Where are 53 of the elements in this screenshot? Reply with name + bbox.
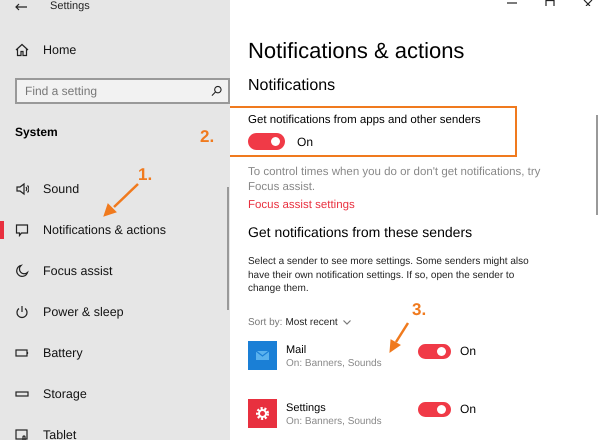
power-icon (15, 304, 29, 318)
sender-status: On: Banners, Sounds (286, 358, 383, 368)
search-field[interactable]: Find a setting (15, 78, 230, 104)
focus-assist-link[interactable]: Focus assist settings (248, 199, 355, 211)
toggle-switch[interactable] (248, 133, 285, 150)
scrollbar[interactable] (596, 115, 598, 215)
minimize-icon (506, 0, 518, 6)
sender-status: On: Banners, Sounds (286, 416, 383, 426)
section-heading: Get notifications from these senders (248, 223, 474, 241)
toggle-state-label: On (297, 134, 314, 148)
sort-label: Sort by: (248, 316, 282, 328)
speech-bubble-icon (15, 222, 29, 236)
speaker-icon (15, 182, 29, 196)
step-number: 3. (412, 300, 426, 320)
sort-dropdown[interactable]: Most recent (285, 316, 351, 328)
page-title: Notifications & actions (248, 38, 466, 64)
window-title: Settings (50, 0, 90, 13)
sidebar-item[interactable]: Battery (0, 332, 91, 373)
search-icon (211, 85, 222, 97)
sidebar-item[interactable]: Power & sleep (0, 291, 132, 332)
maximize-icon (544, 0, 556, 6)
sender-name: Settings (286, 402, 327, 414)
sidebar-item[interactable]: Sound (0, 168, 88, 209)
annotation-arrow (389, 322, 410, 354)
sender-name: Mail (286, 344, 308, 356)
setting-label: Get notifications from apps and other senders (248, 114, 482, 126)
moon-icon (15, 264, 29, 278)
toggle-switch[interactable] (418, 344, 451, 358)
section-heading: System (15, 125, 58, 139)
sender-row[interactable]: Mail On: Banners, Sounds On (248, 340, 600, 386)
step-number: 2. (200, 127, 214, 147)
section-heading: Notifications (248, 76, 336, 96)
toggle-switch[interactable] (418, 402, 451, 416)
tablet-icon (15, 428, 29, 440)
description-text: Select a sender to see more settings. Some senders might also have their own notification settings. If so, open the sender to change them. (248, 255, 530, 296)
home-icon (15, 42, 29, 56)
toggle-state-label: On (460, 344, 476, 358)
chevron-down-icon (342, 320, 351, 324)
home-nav-item[interactable]: Home (0, 29, 84, 70)
sidebar-item[interactable]: Focus assist (0, 250, 120, 291)
step-number: 1. (138, 165, 152, 185)
gear-icon (248, 398, 277, 428)
description-text: To control times when you do or don't get notifications, try Focus assist. (248, 165, 542, 195)
sidebar-item[interactable]: Storage (0, 373, 95, 414)
close-icon (582, 0, 594, 6)
envelope-icon (248, 340, 277, 370)
back-arrow-icon (14, 2, 28, 10)
sidebar-item[interactable]: Notifications & actions (0, 209, 174, 250)
sender-row[interactable]: Settings On: Banners, Sounds On (248, 398, 600, 440)
sidebar-item[interactable]: Tablet (0, 414, 84, 440)
annotation-arrow (103, 183, 139, 217)
scrollbar[interactable] (227, 187, 229, 310)
toggle-state-label: On (460, 402, 476, 416)
